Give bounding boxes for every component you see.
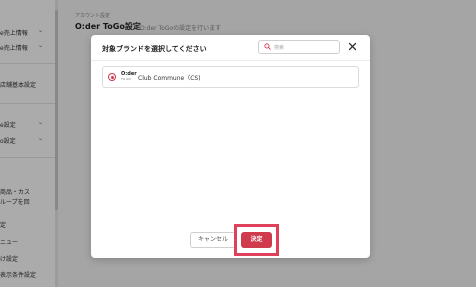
confirm-button[interactable]: 決定	[241, 232, 272, 248]
modal-header-divider	[91, 60, 370, 61]
search-box[interactable]	[258, 40, 340, 54]
radio-selected-dot	[110, 75, 114, 79]
brand-option-club-commune[interactable]: O:der TO GO Club Commune（CS)	[102, 66, 359, 88]
brand-select-modal: 対象ブランドを選択してください O:der TO GO Club Commune…	[91, 35, 370, 258]
brand-logo: O:der TO GO	[121, 71, 137, 83]
brand-logo-subtext: TO GO	[121, 77, 131, 81]
cancel-button[interactable]: キャンセル	[190, 232, 236, 248]
search-icon	[264, 43, 271, 50]
brand-radio[interactable]	[108, 73, 116, 81]
search-input[interactable]	[274, 43, 336, 52]
brand-option-label: Club Commune（CS)	[138, 75, 201, 82]
modal-title: 対象ブランドを選択してください	[102, 45, 207, 53]
close-icon[interactable]	[346, 40, 359, 53]
